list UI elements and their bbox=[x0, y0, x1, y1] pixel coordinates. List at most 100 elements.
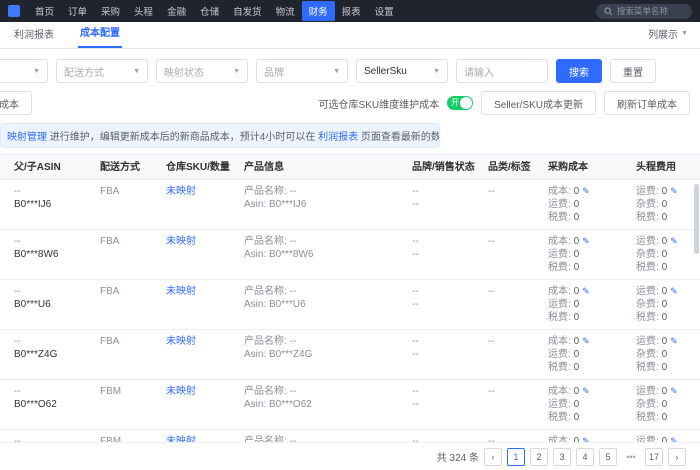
page-button-1[interactable]: 1 bbox=[506, 447, 525, 466]
tab-利润报表[interactable]: 利润报表 bbox=[12, 20, 56, 48]
edit-icon[interactable]: ✎ bbox=[670, 386, 678, 396]
vertical-scrollbar[interactable] bbox=[694, 184, 699, 254]
unmapped-link[interactable]: 未映射 bbox=[166, 386, 196, 397]
page-ellipsis[interactable]: ••• bbox=[621, 447, 640, 466]
edit-icon[interactable]: ✎ bbox=[582, 286, 590, 296]
category-tag-value: -- bbox=[488, 436, 495, 442]
edit-icon[interactable]: ✎ bbox=[670, 336, 678, 346]
brand-value: -- bbox=[412, 236, 419, 247]
fee-line: 成本: 0 ✎ bbox=[548, 386, 590, 397]
sale-status-value: -- bbox=[412, 199, 419, 210]
delivery-method: FBA bbox=[100, 236, 120, 247]
profit-report-link[interactable]: 利润报表 bbox=[318, 132, 358, 143]
toggle-knob bbox=[460, 97, 473, 109]
edit-icon[interactable]: ✎ bbox=[582, 336, 590, 346]
nav-item-报表[interactable]: 报表 bbox=[335, 1, 368, 21]
page-button-2[interactable]: 2 bbox=[529, 447, 548, 466]
search-button[interactable]: 搜索 bbox=[556, 59, 602, 83]
filter-select[interactable]: 映射状态 ▼ bbox=[156, 59, 248, 83]
column-header: 配送方式 bbox=[100, 161, 140, 173]
delivery-method: FBA bbox=[100, 186, 120, 197]
page-next-button[interactable]: › bbox=[668, 447, 686, 466]
fee-line: 税费: 0 bbox=[548, 362, 580, 373]
page-button-5[interactable]: 5 bbox=[598, 447, 617, 466]
unmapped-link[interactable]: 未映射 bbox=[166, 186, 196, 197]
pagination-total: 共 324 条 bbox=[436, 453, 479, 464]
filter-select[interactable]: 配送方式 ▼ bbox=[56, 59, 148, 83]
fee-line: 税费: 0 bbox=[636, 212, 668, 223]
child-asin: B0***IJ6 bbox=[14, 199, 52, 210]
first-leg-fee-cell: 运费: 0✎ 杂费: 0 税费: 0 bbox=[636, 335, 700, 374]
tab-成本配置[interactable]: 成本配置 bbox=[78, 18, 122, 48]
parent-asin: -- bbox=[14, 386, 21, 397]
edit-icon[interactable]: ✎ bbox=[582, 436, 590, 442]
column-header: 品牌/销售状态 bbox=[412, 161, 475, 173]
fee-line: 税费: 0 bbox=[548, 262, 580, 273]
fee-line: 运费: 0 bbox=[548, 199, 580, 210]
page-button-17[interactable]: 17 bbox=[644, 447, 663, 466]
table-row: -- B0***U6 FBA 未映射 产品名称: -- Asin: B0***U… bbox=[0, 280, 700, 330]
edit-icon[interactable]: ✎ bbox=[582, 186, 590, 196]
sale-status-value: -- bbox=[412, 399, 419, 410]
filter-select[interactable]: 品牌 ▼ bbox=[256, 59, 348, 83]
table-row: -- B0***IJ6 FBA 未映射 产品名称: -- Asin: B0***… bbox=[0, 180, 700, 230]
import-cost-button[interactable]: 导入成本 bbox=[0, 91, 32, 115]
unmapped-link[interactable]: 未映射 bbox=[166, 436, 196, 442]
app-window: 首页 订单 采购 头程 金融 仓储 自发货 物流 财务 报表 设置 搜索菜单名称 利润报表 成本配置 … bbox=[0, 0, 700, 470]
delivery-method: FBA bbox=[100, 336, 120, 347]
fee-line: 成本: 0 ✎ bbox=[548, 186, 590, 197]
purchase-cost-cell: 成本: 0✎运费: 0税费: 0 bbox=[548, 435, 636, 442]
edit-icon[interactable]: ✎ bbox=[582, 386, 590, 396]
seller-sku-cost-update-button[interactable]: Seller/SKU成本更新 bbox=[481, 91, 596, 115]
brand-value: -- bbox=[412, 436, 419, 442]
filter-input-cut[interactable]: ▼ bbox=[0, 59, 48, 83]
filter-bar: ▼ 配送方式 ▼ 映射状态 ▼ 品牌 ▼ SellerSku ▼ 请输入 搜索 重置 bbox=[0, 49, 700, 83]
nav-item-金融[interactable]: 金融 bbox=[160, 1, 193, 21]
edit-icon[interactable]: ✎ bbox=[670, 286, 678, 296]
reset-button[interactable]: 重置 bbox=[610, 59, 656, 83]
chevron-down-icon: ▼ bbox=[33, 67, 40, 75]
mapping-manage-link[interactable]: 映射管理 bbox=[7, 132, 47, 143]
nav-item-设置[interactable]: 设置 bbox=[368, 1, 401, 21]
edit-icon[interactable]: ✎ bbox=[670, 236, 678, 246]
warehouse-sku-toggle[interactable]: 开 bbox=[447, 96, 474, 110]
edit-icon[interactable]: ✎ bbox=[582, 236, 590, 246]
nav-item-仓储[interactable]: 仓储 bbox=[193, 1, 226, 21]
notice-tail: 页面查看最新的数据 bbox=[360, 132, 440, 143]
unmapped-link[interactable]: 未映射 bbox=[166, 286, 196, 297]
edit-icon[interactable]: ✎ bbox=[670, 436, 678, 442]
toggle-state-text: 开 bbox=[451, 98, 460, 107]
nav-item-财务[interactable]: 财务 bbox=[301, 1, 335, 21]
column-display-control[interactable]: 列展示 ▼ bbox=[648, 26, 688, 48]
column-header: 采购成本 bbox=[548, 161, 588, 173]
fee-line: 运费: 0 bbox=[548, 349, 580, 360]
child-asin: B0***U6 bbox=[14, 299, 51, 310]
keyword-input[interactable]: 请输入 bbox=[456, 59, 548, 83]
search-icon bbox=[604, 6, 613, 15]
unmapped-link[interactable]: 未映射 bbox=[166, 336, 196, 347]
refresh-order-cost-button[interactable]: 刷新订单成本 bbox=[604, 91, 690, 115]
fee-line: 成本: 0 ✎ bbox=[548, 435, 630, 442]
product-name: 产品名称: -- bbox=[244, 286, 297, 297]
fee-line: 税费: 0 bbox=[636, 312, 668, 323]
page-button-4[interactable]: 4 bbox=[575, 447, 594, 466]
column-header: 产品信息 bbox=[244, 161, 284, 173]
filter-placeholder: 配送方式 bbox=[64, 67, 104, 79]
nav-item-自发货[interactable]: 自发货 bbox=[226, 1, 269, 21]
fee-line: 运费: 0 bbox=[548, 249, 580, 260]
cost-table: 父/子ASIN 配送方式 仓库SKU/数量 产品信息 品牌/销售状态 品类/标签 采购成本 头… bbox=[0, 154, 700, 442]
fee-line: 税费: 0 bbox=[636, 412, 668, 423]
unmapped-link[interactable]: 未映射 bbox=[166, 236, 196, 247]
nav-item-物流[interactable]: 物流 bbox=[269, 1, 302, 21]
page-button-3[interactable]: 3 bbox=[552, 447, 571, 466]
parent-asin: -- bbox=[14, 436, 21, 442]
sale-status-value: -- bbox=[412, 249, 419, 260]
fee-line: 杂费: 0 bbox=[636, 249, 668, 260]
sale-status-value: -- bbox=[412, 349, 419, 360]
global-search-input[interactable]: 搜索菜单名称 bbox=[596, 3, 692, 19]
chevron-down-icon: ▼ bbox=[233, 67, 240, 75]
global-search-placeholder: 搜索菜单名称 bbox=[617, 6, 669, 16]
page-prev-button[interactable]: ‹ bbox=[483, 447, 502, 466]
edit-icon[interactable]: ✎ bbox=[670, 186, 678, 196]
sellersku-select[interactable]: SellerSku ▼ bbox=[356, 59, 448, 83]
